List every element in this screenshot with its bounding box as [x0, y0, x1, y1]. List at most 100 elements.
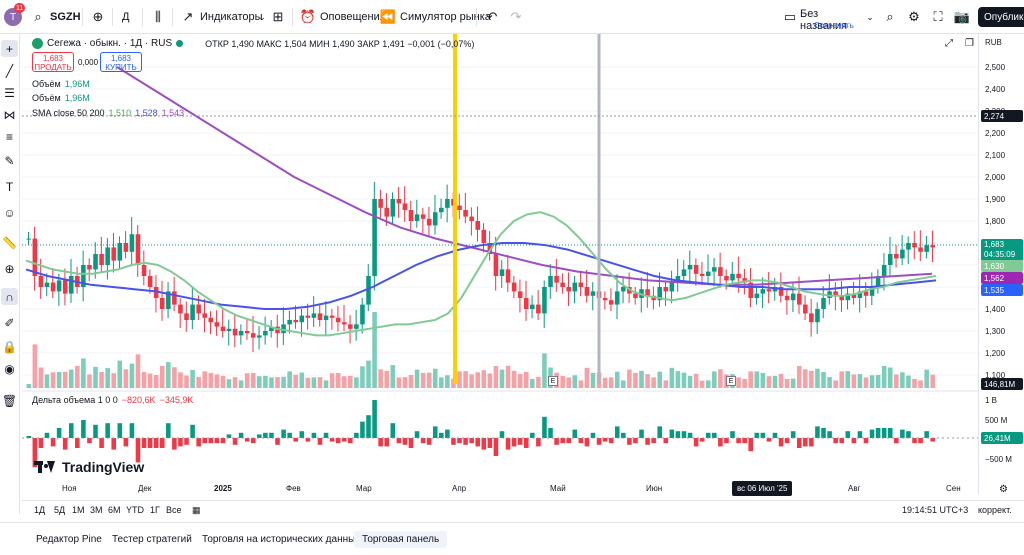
chart-pane[interactable]: Сегежа · обыкн. · 1Д · RUS ОТКР 1,490 МА…: [22, 34, 978, 494]
quick-search-button[interactable]: ⌕: [882, 0, 898, 34]
delta-bar: [87, 438, 92, 444]
range-6m[interactable]: 6М: [108, 505, 121, 515]
candle-body: [517, 291, 523, 298]
replay-button[interactable]: ⏪ Симулятор рынка: [380, 0, 491, 34]
earnings-marker[interactable]: E: [726, 376, 736, 386]
compare-button[interactable]: ⊕: [90, 0, 106, 34]
symbol-legend[interactable]: Сегежа · обыкн. · 1Д · RUS ОТКР 1,490 МА…: [32, 38, 474, 49]
range-3m[interactable]: 3М: [90, 505, 103, 515]
volume-bar: [38, 367, 44, 388]
trendline-tool-icon[interactable]: ╱: [1, 62, 18, 79]
layouts-button[interactable]: ⊞: [270, 0, 286, 34]
volume-bar: [184, 375, 189, 388]
volume-bar: [566, 377, 571, 388]
candle-body: [560, 282, 565, 287]
range-ytd[interactable]: YTD: [126, 505, 144, 515]
layout-dropdown[interactable]: ⌄: [862, 0, 878, 34]
lock-icon[interactable]: 🔒: [1, 338, 18, 355]
price-chart[interactable]: [22, 34, 978, 494]
tab-pine-editor[interactable]: Редактор Pine: [28, 531, 110, 548]
delta-bar: [457, 438, 462, 444]
delta-bar: [712, 432, 717, 438]
fib-tool-icon[interactable]: ≡: [1, 128, 18, 145]
delta-bar: [596, 438, 602, 445]
tab-replay-trading[interactable]: Торговля на исторических данных: [194, 531, 368, 548]
crosshair-date-tag: вс 06 Июл '25: [732, 481, 793, 496]
symbol-search[interactable]: ⌕ SGZH: [30, 0, 80, 34]
delta-bar: [117, 423, 123, 438]
trash-icon[interactable]: 🗑: [1, 392, 18, 409]
price-scale[interactable]: RUB 2,5002,4002,3002,2002,1002,0001,9001…: [978, 34, 1024, 495]
delta-tick: 500 M: [985, 416, 1008, 425]
delta-bar: [396, 438, 402, 444]
buy-button[interactable]: 1,683 КУПИТЬ: [100, 52, 142, 72]
volume-bar: [645, 374, 650, 388]
snapshot-button[interactable]: 📷: [954, 0, 970, 34]
volume-legend-1[interactable]: Объём 1,96M: [32, 79, 90, 89]
publish-button[interactable]: Опубликовать: [978, 7, 1024, 27]
range-1d[interactable]: 1Д: [34, 505, 45, 515]
earnings-marker[interactable]: E: [548, 376, 558, 386]
candle-body: [105, 247, 110, 265]
scale-settings-icon[interactable]: ⚙: [999, 484, 1008, 495]
volume-bar: [87, 374, 92, 388]
crosshair-tool-icon[interactable]: +: [1, 40, 18, 57]
undo-button[interactable]: ↶: [484, 0, 500, 34]
pattern-tool-icon[interactable]: ⋈: [1, 106, 18, 123]
adjust-toggle[interactable]: коррект.: [978, 505, 1012, 515]
candle-body: [305, 315, 311, 318]
date-range-icon[interactable]: ▦: [192, 505, 201, 516]
time-axis[interactable]: Ноя Дек 2025 Фев Мар Апр Май Июн вс 06 И…: [22, 478, 978, 500]
candle-body: [457, 205, 462, 210]
tab-strategy-tester[interactable]: Тестер стратегий: [104, 531, 200, 548]
candle-body: [432, 212, 438, 226]
lock-drawing-pencil-icon[interactable]: ✐: [1, 314, 18, 331]
grid-icon: ⊞: [272, 9, 284, 24]
delta-bar: [184, 438, 189, 445]
maximize-pane-icon[interactable]: ⤢: [945, 38, 953, 49]
indicators-button[interactable]: ↗ Индикаторы: [180, 0, 263, 34]
delta-legend[interactable]: Дельта объема 1 0 0 −820,6K −345,9K: [32, 395, 193, 405]
magnet-tool-icon[interactable]: ∩: [1, 288, 18, 305]
settings-button[interactable]: ⚙: [906, 0, 922, 34]
emoji-tool-icon[interactable]: ☺: [1, 204, 18, 221]
delta-bar: [633, 438, 638, 444]
volume-legend-2[interactable]: Объём 1,96M: [32, 93, 90, 103]
candle-body: [56, 280, 62, 292]
candle-body: [214, 322, 220, 327]
candle-body: [68, 276, 74, 294]
range-1y[interactable]: 1Г: [150, 505, 160, 515]
tab-trading-panel[interactable]: Торговая панель: [354, 531, 448, 548]
layout-name-button[interactable]: ▭ Без названия Сохранить: [782, 6, 862, 32]
redo-button[interactable]: ↷: [508, 0, 524, 34]
interval-button[interactable]: Д: [122, 0, 129, 34]
range-all[interactable]: Все: [166, 505, 182, 515]
range-1m[interactable]: 1М: [72, 505, 85, 515]
delta-bar: [463, 438, 468, 445]
candle-body: [323, 315, 329, 320]
text-tool-icon[interactable]: T: [1, 178, 18, 195]
bottom-panel-tabs: Редактор Pine Тестер стратегий Торговля …: [0, 522, 1024, 555]
delta-bar: [275, 438, 280, 445]
candle-body: [190, 304, 195, 320]
alerts-button[interactable]: ⏰ Оповещения: [300, 0, 386, 34]
fullscreen-button[interactable]: ⛶: [930, 0, 946, 34]
brush-tool-icon[interactable]: ✎: [1, 152, 18, 169]
sma-legend[interactable]: SMA close 50 200 1,510 1,528 1,543: [32, 108, 184, 118]
range-5d[interactable]: 5Д: [54, 505, 65, 515]
candle-body: [815, 309, 820, 323]
lines-tool-icon[interactable]: ☰: [1, 84, 18, 101]
ruler-tool-icon[interactable]: 📏: [1, 234, 18, 251]
interval-label: Д: [122, 11, 130, 23]
clock[interactable]: 19:14:51 UTC+3: [902, 505, 968, 515]
favorites-dropdown[interactable]: ⌄: [254, 0, 270, 34]
last-price-value: 1,683: [984, 240, 1005, 249]
restore-pane-icon[interactable]: ❐: [965, 38, 974, 49]
delta-bar: [736, 438, 741, 444]
delta-bar: [299, 431, 305, 438]
volume-bar: [621, 380, 626, 388]
sell-button[interactable]: 1,683 ПРОДАТЬ: [32, 52, 74, 72]
eye-icon[interactable]: ◉: [1, 360, 18, 377]
zoom-in-tool-icon[interactable]: ⊕: [1, 260, 18, 277]
chart-type-button[interactable]: ⫼: [150, 0, 166, 34]
